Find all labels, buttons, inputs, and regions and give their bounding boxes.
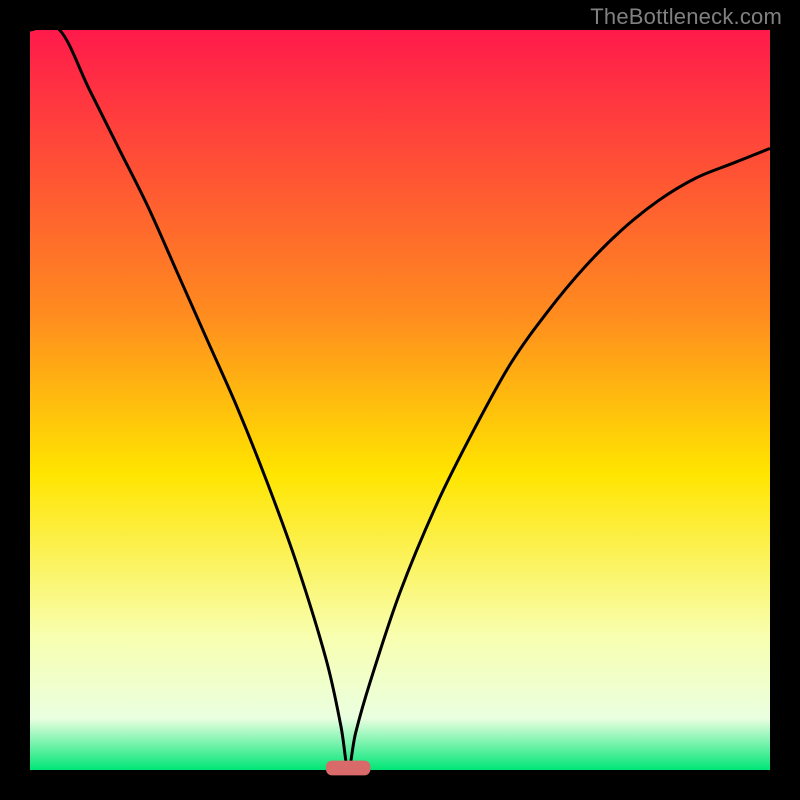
optimal-marker — [326, 761, 370, 776]
chart-frame: TheBottleneck.com — [0, 0, 800, 800]
plot-area — [30, 30, 770, 770]
bottleneck-chart — [0, 0, 800, 800]
watermark-text: TheBottleneck.com — [590, 4, 782, 30]
